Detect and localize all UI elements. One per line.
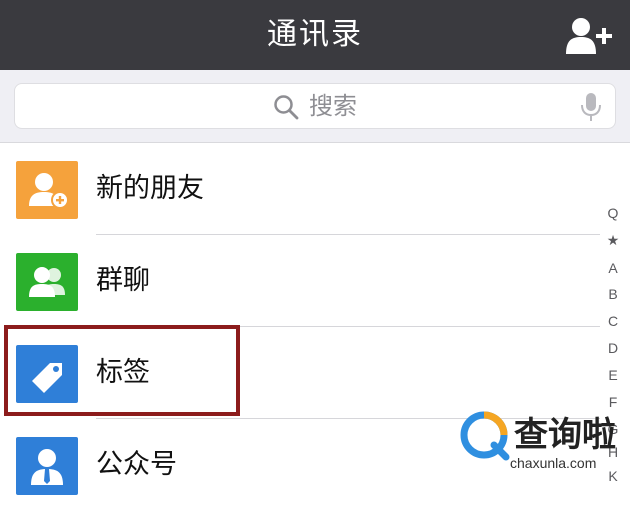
search-area: 搜索 <box>0 70 630 143</box>
index-letter[interactable]: B <box>598 286 628 302</box>
list-item-label: 群聊 <box>96 265 150 296</box>
index-letter[interactable]: E <box>598 367 628 383</box>
list-item-label: 公众号 <box>96 449 177 480</box>
list-item-label: 标签 <box>96 357 150 388</box>
watermark-brand: 查询啦 <box>514 415 616 455</box>
index-letter[interactable]: A <box>598 260 628 276</box>
index-star-icon[interactable]: ★ <box>598 232 628 249</box>
nav-bar: 通讯录 <box>0 0 630 70</box>
page-title: 通讯录 <box>267 17 363 52</box>
add-user-icon <box>566 18 612 54</box>
search-input[interactable]: 搜索 <box>14 83 616 129</box>
watermark: 查询啦 chaxunla.com <box>458 405 630 492</box>
list-item-new-friends[interactable]: 新的朋友 <box>0 143 600 235</box>
list-item-label: 新的朋友 <box>96 173 204 204</box>
tag-icon <box>16 345 78 403</box>
new-friend-icon <box>16 161 78 219</box>
search-placeholder: 搜索 <box>309 92 357 120</box>
watermark-logo-icon <box>460 411 510 461</box>
official-account-icon <box>16 437 78 495</box>
index-search-icon[interactable]: Q <box>598 205 628 221</box>
search-icon <box>274 95 299 120</box>
microphone-icon[interactable] <box>580 92 602 122</box>
list-item-group-chats[interactable]: 群聊 <box>0 235 600 327</box>
add-contact-button[interactable] <box>566 16 612 56</box>
index-letter[interactable]: C <box>598 313 628 329</box>
watermark-url: chaxunla.com <box>510 455 597 471</box>
group-chat-icon <box>16 253 78 311</box>
index-letter[interactable]: D <box>598 340 628 356</box>
